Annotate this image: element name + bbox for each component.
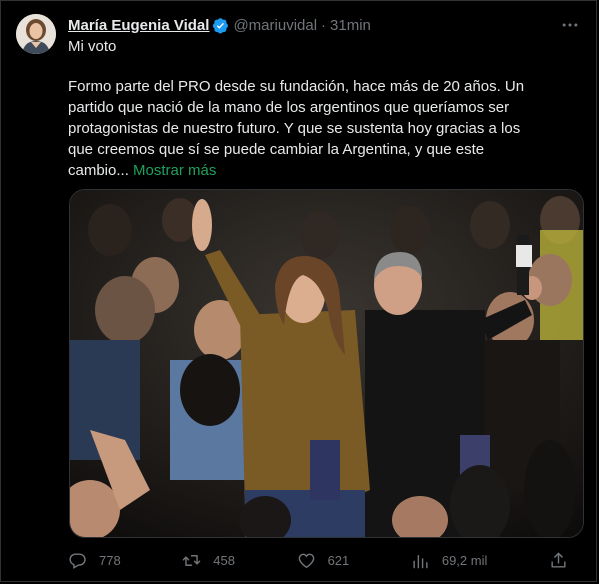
tweet-text: Mi voto Formo parte del PRO desde su fun… (68, 36, 576, 181)
like-count: 621 (327, 552, 350, 568)
separator-dot: · (321, 16, 327, 34)
verified-badge-icon (213, 17, 229, 33)
action-bar: 778 458 621 69,2 mil (68, 548, 580, 572)
like-icon (298, 553, 314, 568)
views-count: 69,2 mil (441, 552, 488, 568)
avatar[interactable] (16, 14, 56, 54)
share-icon (551, 552, 566, 568)
like-button[interactable]: 621 (297, 551, 350, 570)
retweet-button[interactable]: 458 (182, 551, 235, 570)
views-icon (413, 554, 428, 568)
tweet-card: María Eugenia Vidal @mariuvidal · 31min … (0, 0, 597, 582)
tweet-photo[interactable] (69, 189, 584, 538)
timestamp[interactable]: 31min (330, 17, 371, 34)
reply-count: 778 (99, 552, 121, 568)
reply-icon (69, 552, 86, 569)
retweet-icon (182, 554, 201, 566)
tweet-header: María Eugenia Vidal @mariuvidal · 31min (68, 15, 580, 35)
tweet-first-line: Mi voto (68, 38, 117, 55)
views-button[interactable]: 69,2 mil (411, 551, 488, 570)
author-name[interactable]: María Eugenia Vidal (68, 17, 209, 34)
show-more-link[interactable]: Mostrar más (133, 162, 216, 179)
more-options-icon[interactable] (560, 15, 580, 35)
reply-button[interactable]: 778 (68, 551, 121, 570)
share-button[interactable] (549, 551, 580, 570)
tweet-body: Formo parte del PRO desde su fundación, … (68, 76, 548, 181)
retweet-count: 458 (213, 552, 235, 568)
author-handle[interactable]: @mariuvidal (233, 17, 317, 34)
